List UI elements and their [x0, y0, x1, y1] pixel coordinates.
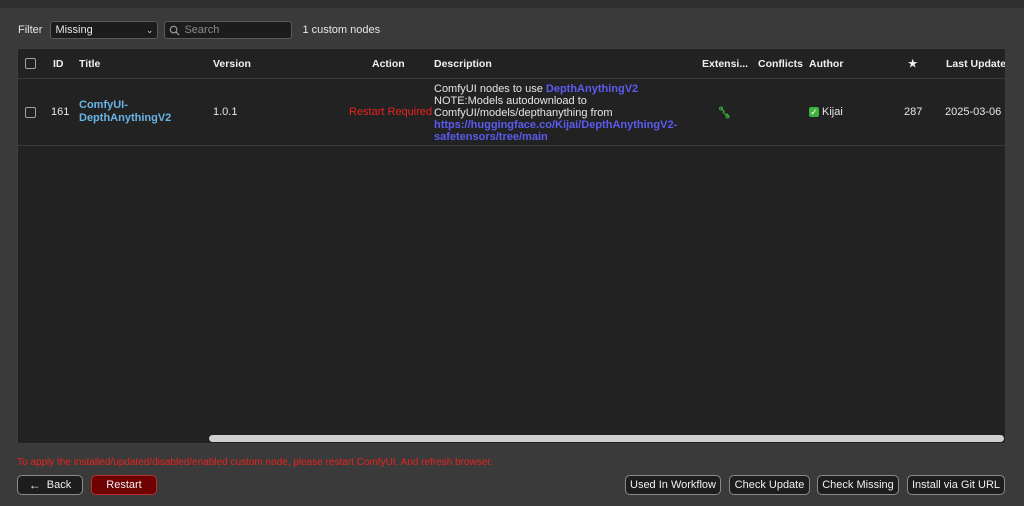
- row-author-cell: ✓ Kijai: [809, 79, 879, 145]
- row-title-link[interactable]: ComfyUI- DepthAnythingV2: [79, 99, 171, 125]
- check-update-button[interactable]: Check Update: [729, 475, 810, 495]
- desc-link-depthanything[interactable]: DepthAnythingV2: [546, 83, 638, 95]
- node-count: 1 custom nodes: [302, 24, 381, 36]
- select-all-checkbox[interactable]: [25, 58, 36, 69]
- desc-huggingface-link-line2[interactable]: safetensors/tree/main: [434, 131, 677, 143]
- install-via-git-url-button[interactable]: Install via Git URL: [907, 475, 1005, 495]
- header-description[interactable]: Description: [434, 49, 634, 78]
- header-title[interactable]: Title: [79, 49, 199, 78]
- restart-notice: To apply the installed/updated/disabled/…: [17, 457, 493, 468]
- search-icon: [170, 25, 180, 36]
- custom-nodes-table: ID Title Version Action Description Exte…: [17, 48, 1006, 444]
- search-placeholder: Search: [184, 24, 220, 36]
- desc-huggingface-link-line1[interactable]: https://huggingface.co/Kijai/DepthAnythi…: [434, 119, 677, 131]
- back-button-label: Back: [46, 479, 72, 491]
- horizontal-scrollbar[interactable]: [209, 435, 1004, 442]
- header-extensions[interactable]: Extensi...: [702, 49, 750, 78]
- row-stars: 287: [904, 106, 923, 118]
- chevron-down-icon: ⌄: [145, 24, 154, 35]
- desc-path-line: ComfyUI/models/depthanything from: [434, 107, 613, 119]
- window-top-edge: [0, 0, 1024, 8]
- select-all-cell: [25, 49, 39, 78]
- filter-label: Filter: [18, 24, 43, 36]
- check-missing-button[interactable]: Check Missing: [817, 475, 899, 495]
- restart-button[interactable]: Restart: [91, 475, 157, 495]
- header-version[interactable]: Version: [213, 49, 303, 78]
- table-row[interactable]: 161 ComfyUI- DepthAnythingV2 1.0.1 Resta…: [18, 79, 1005, 146]
- header-last-update[interactable]: Last Update: [946, 49, 1005, 78]
- row-select-cell: [25, 79, 39, 145]
- arrow-left-icon: ←: [28, 478, 41, 492]
- desc-text: ComfyUI nodes to use: [434, 83, 546, 95]
- row-checkbox[interactable]: [25, 106, 36, 118]
- row-title-line2: DepthAnythingV2: [79, 112, 172, 124]
- filter-select-value: Missing: [55, 24, 93, 36]
- row-last-update: 2025-03-06: [945, 106, 1002, 118]
- header-id[interactable]: ID: [53, 49, 77, 78]
- row-title-cell: ComfyUI- DepthAnythingV2: [79, 79, 199, 145]
- row-version: 1.0.1: [213, 106, 238, 118]
- row-description-cell: ComfyUI nodes to use DepthAnythingV2 NOT…: [434, 79, 696, 145]
- filter-bar: Filter Missing ⌄ Search 1 custom nodes: [18, 20, 380, 40]
- row-action-restart-required[interactable]: Restart Required: [349, 79, 432, 145]
- row-title-line1: ComfyUI-: [79, 99, 128, 111]
- verified-check-icon: ✓: [809, 107, 819, 117]
- filter-select[interactable]: Missing ⌄: [50, 21, 159, 39]
- header-conflicts[interactable]: Conflicts: [758, 49, 806, 78]
- row-description: ComfyUI nodes to use DepthAnythingV2 NOT…: [434, 79, 677, 143]
- table-header: ID Title Version Action Description Exte…: [18, 49, 1005, 79]
- header-author[interactable]: Author: [809, 49, 869, 78]
- used-in-workflow-button[interactable]: Used In Workflow: [625, 475, 721, 495]
- row-extensions-cell: [718, 79, 736, 145]
- search-input[interactable]: Search: [164, 21, 293, 39]
- header-action[interactable]: Action: [372, 49, 432, 78]
- puzzle-link-icon[interactable]: [718, 106, 730, 119]
- header-stars[interactable]: ★: [908, 49, 922, 78]
- row-id: 161: [51, 106, 70, 118]
- back-button[interactable]: ← Back: [17, 475, 83, 495]
- desc-note-line: NOTE:Models autodownload to: [434, 95, 587, 107]
- row-author[interactable]: Kijai: [822, 106, 843, 118]
